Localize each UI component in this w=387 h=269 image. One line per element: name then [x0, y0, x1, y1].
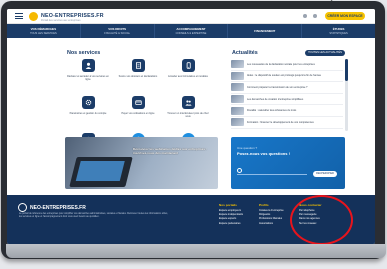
search-button[interactable]: RECHERCHER [313, 171, 337, 177]
nav-sublabel: TOUS LES SERVICES [30, 31, 57, 35]
news-item[interactable]: Les nouveautés de la déclaration sociale… [231, 59, 343, 71]
service-item[interactable]: Déclarer et accéder à vos services en li… [63, 59, 113, 90]
nav-item-etudes[interactable]: ÉTUDES STATISTIQUES [302, 24, 375, 38]
gear-icon [81, 96, 95, 109]
news-headline: Comment préparer la transmission de son … [247, 85, 308, 89]
logo-mark-icon [29, 11, 38, 21]
footer-column-title: Nos portails [219, 203, 237, 207]
card-icon [131, 96, 145, 109]
users-icon [181, 96, 195, 109]
website-screen: NEO-ENTREPRISES.FR Portail des services … [7, 9, 375, 244]
services-title: Nos services [67, 50, 101, 56]
news-thumbnail [231, 95, 244, 104]
news-thumbnail [231, 106, 244, 115]
footer-column-title: Profils [259, 203, 269, 207]
news-thumbnail [231, 83, 244, 92]
nav-label: VOS DROITS [108, 27, 127, 32]
service-item[interactable]: Paramètres et gestion du compte [63, 96, 113, 127]
service-label: Déclarer et accéder à vos services en li… [67, 75, 109, 82]
news-item[interactable]: Aides : le dispositif de soutien est pro… [231, 71, 343, 83]
hamburger-menu-icon[interactable] [15, 13, 23, 19]
service-label: Trouver un interlocuteur près de chez vo… [167, 112, 209, 119]
nav-label: ÉTUDES [332, 27, 345, 32]
tablet-frame: NEO-ENTREPRISES.FR Portail des services … [1, 1, 386, 259]
banner-heading: Posez-nous vos questions ! [237, 151, 290, 156]
nav-item-financement[interactable]: FINANCEMENT [228, 24, 303, 38]
news-thumbnail [231, 118, 244, 127]
news-headline: Fiscalité : calendrier des échéances du … [247, 109, 297, 113]
footer-description: Le portail de référence des entreprises … [19, 213, 168, 219]
service-label: Accéder aux formulaires et modèles [168, 75, 208, 78]
document-icon [131, 59, 145, 72]
news-headline: Formation : financez le développement de… [247, 120, 314, 124]
site-header: NEO-ENTREPRISES.FR Portail des services … [7, 9, 375, 24]
news-thumbnail [231, 60, 244, 69]
banner-kicker: Une question ? [237, 146, 258, 150]
service-item[interactable]: Payer vos cotisations en ligne [113, 96, 163, 127]
logo-tagline: Portail des services aux entreprises [41, 18, 81, 22]
news-title: Actualités [232, 50, 258, 56]
account-icon[interactable] [313, 14, 317, 18]
service-label: Payer vos cotisations en ligne [121, 112, 155, 115]
nav-item-droits[interactable]: VOS DROITS FISCALITÉ & SOCIAL [81, 24, 155, 38]
nav-label: ACCOMPAGNEMENT [176, 27, 206, 32]
scrollbar-thumb[interactable] [345, 59, 348, 81]
nav-sublabel: STATISTIQUES [329, 31, 348, 35]
service-item[interactable]: Trouver un interlocuteur près de chez vo… [163, 96, 213, 127]
nav-item-demarches[interactable]: VOS DÉMARCHES TOUS LES SERVICES [7, 24, 81, 38]
service-label: Paramètres et gestion du compte [69, 112, 107, 115]
news-headline: Aides : le dispositif de soutien est pro… [247, 74, 322, 78]
question-banner: Une question ? Posez-nous vos questions … [231, 137, 345, 189]
nav-label: FINANCEMENT [254, 28, 276, 33]
webinar-banner[interactable]: Découvrez les webinaires dédiés aux entr… [65, 137, 218, 189]
site-logo[interactable]: NEO-ENTREPRISES.FR Portail des services … [29, 11, 104, 22]
footer-link[interactable]: Espace partenaires [219, 222, 243, 226]
device-stand [6, 244, 386, 258]
nav-item-accompagnement[interactable]: ACCOMPAGNEMENT CONSEILS & EXPERTISE [155, 24, 229, 38]
news-item[interactable]: Fiscalité : calendrier des échéances du … [231, 105, 343, 117]
service-item[interactable]: Accéder aux formulaires et modèles [163, 59, 213, 90]
all-news-button[interactable]: TOUTES LES ACTUALITÉS [305, 50, 345, 56]
nav-label: VOS DÉMARCHES [30, 27, 57, 32]
create-account-button[interactable]: CRÉER MON ESPACE [325, 12, 365, 20]
news-headline: Les démarches de création d'entreprise s… [247, 97, 304, 101]
banner-text: Découvrez les webinaires dédiés aux entr… [133, 147, 207, 155]
laptop-image [69, 157, 133, 187]
service-item[interactable]: Suivre vos dossiers et déclarations [113, 59, 163, 90]
news-scrollbar[interactable] [345, 59, 348, 131]
question-search-input[interactable] [237, 174, 307, 175]
footer-column: Nos portails Espace employeurs Espace in… [219, 203, 243, 226]
footer-logo-text: NEO-ENTREPRISES.FR [30, 204, 86, 211]
nav-sublabel: CONSEILS & EXPERTISE [175, 31, 207, 35]
nav-sublabel: FISCALITÉ & SOCIAL [104, 31, 131, 35]
search-icon [237, 168, 242, 173]
news-item[interactable]: Les démarches de création d'entreprise s… [231, 94, 343, 106]
main-nav: VOS DÉMARCHES TOUS LES SERVICES VOS DROI… [7, 24, 375, 38]
news-item[interactable]: Formation : financez le développement de… [231, 117, 343, 129]
service-label: Suivre vos dossiers et déclarations [118, 75, 158, 78]
footer-link[interactable]: Associations [259, 222, 284, 226]
news-headline: Les nouveautés de la déclaration sociale… [247, 62, 315, 66]
phone-icon [181, 59, 195, 72]
news-list: Les nouveautés de la déclaration sociale… [231, 59, 343, 129]
search-icon[interactable] [303, 14, 307, 18]
user-icon [81, 59, 95, 72]
footer-link[interactable]: Professions libérales [259, 217, 284, 221]
footer-logo[interactable]: NEO-ENTREPRISES.FR [18, 203, 86, 212]
red-highlight-circle [290, 195, 353, 244]
footer-column: Profils Créateurs d'entreprise Dirigeant… [259, 203, 284, 226]
news-item[interactable]: Comment préparer la transmission de son … [231, 82, 343, 94]
news-thumbnail [231, 71, 244, 80]
logo-mark-icon [18, 203, 27, 212]
